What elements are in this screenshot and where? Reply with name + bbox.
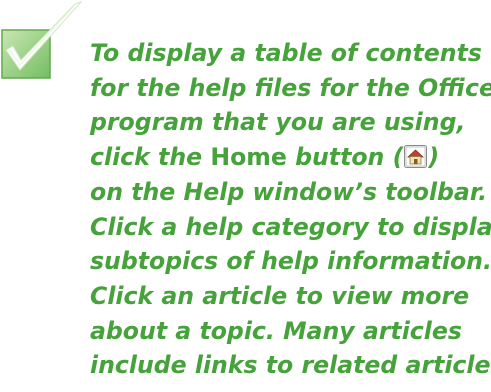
home-label: Home [210, 143, 287, 172]
tip-line-4-button-word: button ( [286, 143, 404, 172]
tip-line-10: include links to related articles. [90, 351, 491, 380]
tip-line-6: Click a help category to display [90, 212, 491, 241]
tip-line-8: Click an article to view more [90, 281, 470, 310]
tip-line-4: click the Home button ( ) [90, 140, 490, 175]
tip-line-4-start: click the [90, 143, 211, 172]
home-button-icon [404, 145, 428, 169]
tip-line-9: about a topic. Many articles [90, 316, 462, 345]
tip-line-1: To display a table of contents [90, 39, 482, 67]
checkbox-check-icon [1, 0, 83, 79]
tip-line-2: for the help files for the Office [90, 73, 491, 102]
tip-line-3: program that you are using, [90, 108, 466, 137]
tip-text: To display a table of contents for the h… [90, 36, 491, 383]
tip-line-7: subtopics of help information. [90, 247, 491, 276]
tip-line-4-close: ) [428, 143, 440, 172]
tip-line-5: on the Help window’s toolbar. [90, 177, 488, 206]
